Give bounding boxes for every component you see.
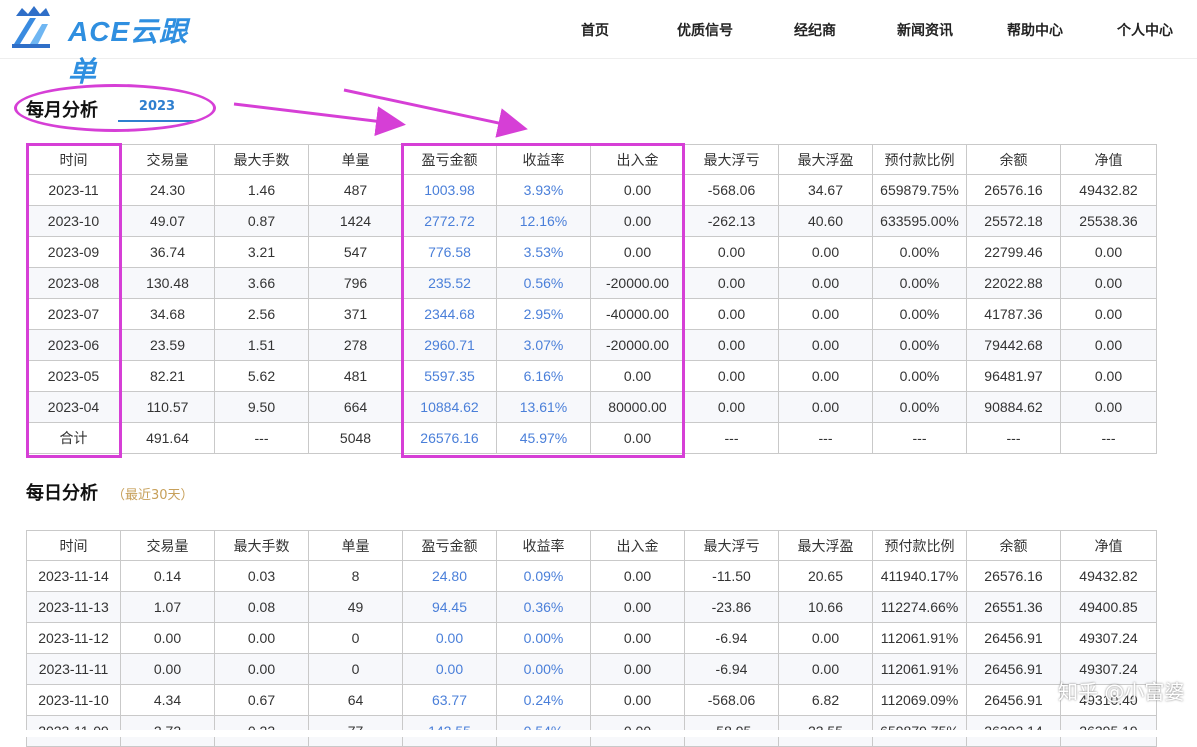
annotation-arrow: [343, 88, 528, 138]
annotation-arrow: [233, 102, 406, 137]
watermark: 知乎 @小富婆: [1058, 680, 1185, 704]
annotation-arrows: [233, 88, 528, 138]
page-bottom-edge: [0, 730, 1197, 737]
